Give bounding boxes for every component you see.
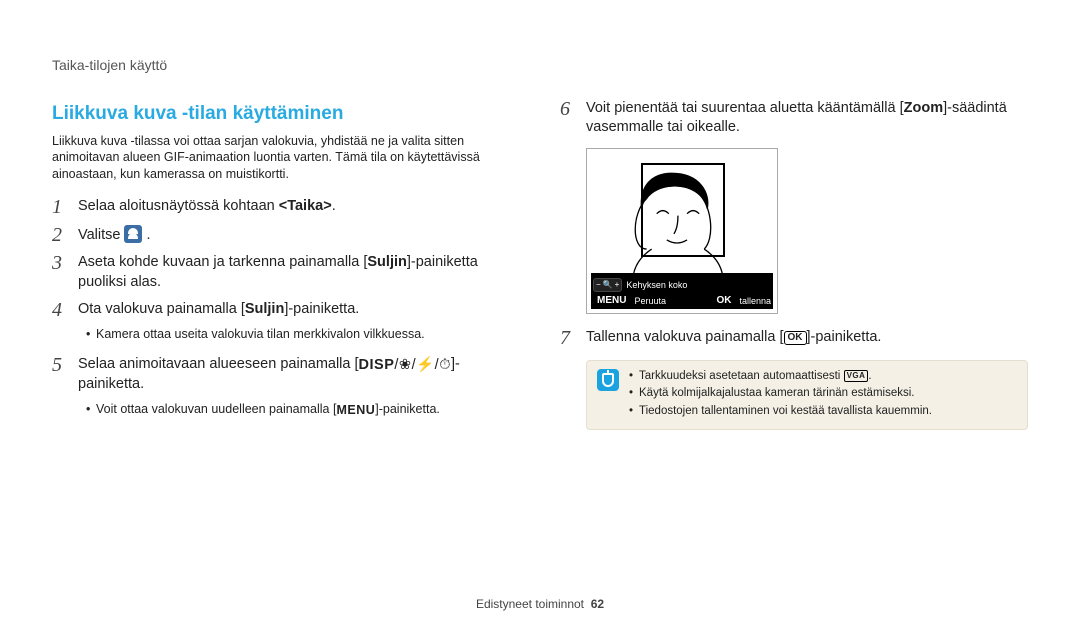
steps-list-right-2: Tallenna valokuva painamalla [OK]-painik… <box>560 324 1028 352</box>
step-2: Valitse . <box>52 221 520 250</box>
step-4: Ota valokuva painamalla [Suljin]-painike… <box>52 296 520 350</box>
step-4-sub: Kamera ottaa useita valokuvia tilan merk… <box>78 320 520 347</box>
page-footer: Edistyneet toiminnot 62 <box>0 596 1080 612</box>
step-7: Tallenna valokuva painamalla [OK]-painik… <box>560 324 1028 352</box>
frame-size-label: Kehyksen koko <box>626 279 687 292</box>
column-left: Liikkuva kuva -tilan käyttäminen Liikkuv… <box>52 95 520 430</box>
tip-note-box: Tarkkuudeksi asetetaan automaattisesti V… <box>586 360 1028 431</box>
vga-badge: VGA <box>844 370 869 383</box>
flash-icon: ⚡ <box>416 357 435 373</box>
footer-label: Edistyneet toiminnot <box>476 597 584 611</box>
step-5: Selaa animoitavaan alueeseen painamalla … <box>52 351 520 427</box>
camera-preview-illustration: −🔍+ Kehyksen koko MENU Peruuta OK tallen… <box>586 148 778 314</box>
column-right: Voit pienentää tai suurentaa aluetta kää… <box>560 95 1028 430</box>
menu-button-icon: MENU <box>593 294 630 308</box>
steps-list-left: Selaa aloitusnäytössä kohtaan <Taika>. V… <box>52 193 520 427</box>
camera-overlay-bar: −🔍+ Kehyksen koko MENU Peruuta OK tallen… <box>591 273 773 309</box>
camera-screen <box>591 153 773 273</box>
step-5-sub: Voit ottaa valokuvan uudelleen painamall… <box>78 395 520 423</box>
section-title: Liikkuva kuva -tilan käyttäminen <box>52 101 520 127</box>
note-icon <box>597 369 619 391</box>
menu-glyph-icon: MENU <box>336 402 375 419</box>
mode-photo-in-motion-icon <box>124 225 142 243</box>
step-6: Voit pienentää tai suurentaa aluetta kää… <box>560 95 1028 142</box>
disp-glyph-icon: DISP/❀/⚡/⏱ <box>359 356 451 376</box>
timer-icon: ⏱ <box>439 357 451 373</box>
tip-list: Tarkkuudeksi asetetaan automaattisesti V… <box>629 369 932 422</box>
cancel-label: Peruuta <box>634 295 666 308</box>
save-label: tallenna <box>739 295 771 308</box>
two-column-layout: Liikkuva kuva -tilan käyttäminen Liikkuv… <box>52 95 1028 430</box>
ok-glyph-icon: OK <box>784 331 807 345</box>
breadcrumb: Taika-tilojen käyttö <box>52 56 1028 75</box>
macro-icon: ❀ <box>399 357 412 373</box>
zoom-indicator-icon: −🔍+ <box>593 278 622 292</box>
steps-list-right: Voit pienentää tai suurentaa aluetta kää… <box>560 95 1028 142</box>
ok-button-icon: OK <box>712 294 735 308</box>
intro-text: Liikkuva kuva -tilassa voi ottaa sarjan … <box>52 133 520 184</box>
step-1: Selaa aloitusnäytössä kohtaan <Taika>. <box>52 193 520 221</box>
focus-frame-icon <box>641 163 725 257</box>
page-number: 62 <box>591 597 604 611</box>
manual-page: Taika-tilojen käyttö Liikkuva kuva -tila… <box>0 0 1080 630</box>
step-3: Aseta kohde kuvaan ja tarkenna painamall… <box>52 249 520 296</box>
